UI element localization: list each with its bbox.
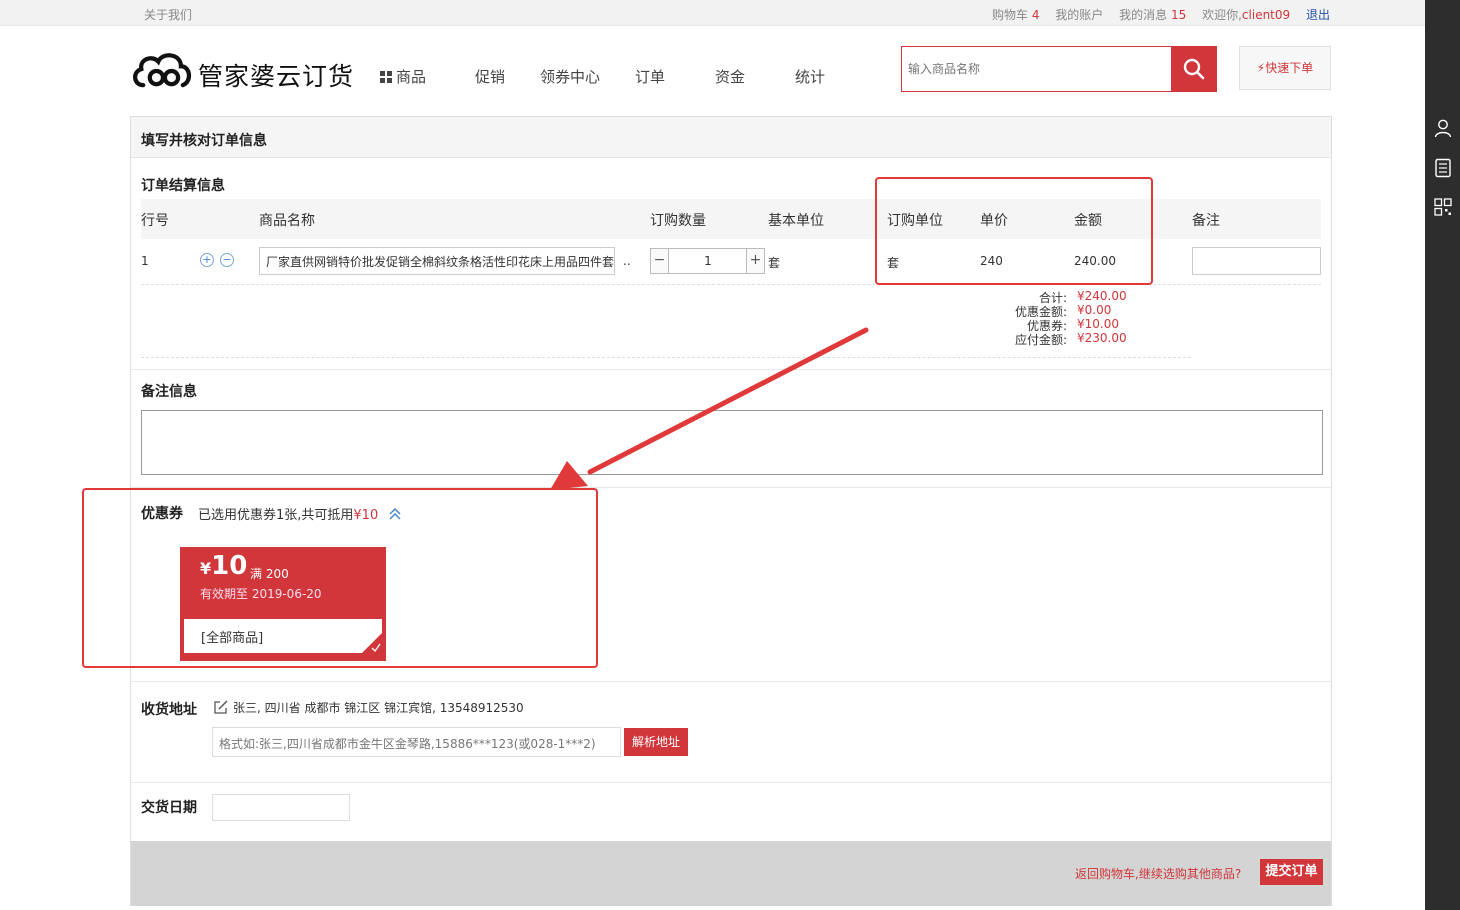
panel-header: 填写并核对订单信息 [131,117,1331,158]
payable-label: 应付金额: [1014,333,1067,347]
cart-count: 4 [1031,8,1040,22]
quick-order-label: 快速下单 [1265,61,1314,75]
quantity-stepper: − 1 + [650,248,765,274]
base-unit-value: 套 [768,256,781,270]
address-parse-input[interactable]: 格式如:张三,四川省成都市金牛区金琴路,15886***123(或028-1**… [212,727,621,757]
remark-title: 备注信息 [141,384,197,400]
payable-value: ¥230.00 [1077,331,1127,345]
order-footer: 返回购物车,继续选购其他商品? 提交订单 [131,841,1331,906]
order-totals: 合计: ¥240.00 优惠金额: ¥0.00 优惠券: ¥10.00 应付金额… [1001,289,1127,347]
username[interactable]: client09 [1242,8,1290,22]
discount-value: ¥0.00 [1077,303,1112,317]
address-title: 收货地址 [141,702,197,718]
welcome-text: 欢迎你,client09 [1202,8,1290,22]
col-base-unit: 基本单位 [768,213,824,229]
search-icon [1183,58,1205,80]
right-toolbar [1425,0,1460,910]
qty-input[interactable]: 1 [669,254,747,268]
address-display: 张三, 四川省 成都市 锦江区 锦江宾馆, 13548912530 [213,699,524,718]
payable-row: 应付金额: ¥230.00 [1001,331,1127,347]
section-divider [131,782,1331,783]
product-search [901,46,1217,92]
page-title: 填写并核对订单信息 [141,133,267,149]
col-line-no: 行号 [141,213,169,229]
logout-link[interactable]: 退出 [1306,8,1330,22]
total-row: 合计: ¥240.00 [1001,289,1127,305]
submit-order-button[interactable]: 提交订单 [1260,859,1323,885]
messages-count: 15 [1170,8,1187,22]
delivery-date-input[interactable] [212,794,350,821]
lightning-icon: ⚡ [1256,61,1266,75]
welcome-label: 欢迎你, [1202,8,1242,22]
col-order-qty: 订购数量 [650,213,706,229]
top-bar: 关于我们 购物车 4 我的账户 我的消息 15 欢迎你,client09 退出 [0,0,1425,26]
grid-icon [380,71,392,83]
add-row-icon[interactable]: + [200,253,214,267]
nav-funds[interactable]: 资金 [715,66,745,87]
logo-text[interactable]: 管家婆云订货 [198,57,354,93]
top-bar-right: 购物车 4 我的账户 我的消息 15 欢迎你,client09 退出 [980,6,1330,23]
nav-coupon-center[interactable]: 领券中心 [540,66,600,87]
back-to-cart-link[interactable]: 返回购物车,继续选购其他商品? [1075,865,1241,882]
account-link[interactable]: 我的账户 [1055,8,1103,22]
remark-input[interactable] [1192,247,1321,275]
remove-row-icon[interactable]: − [220,253,234,267]
user-icon[interactable] [1433,118,1453,138]
coupon-highlight-box [82,488,598,668]
section-divider [131,369,1331,370]
nav-statistics[interactable]: 统计 [795,66,825,87]
product-name-field[interactable]: 厂家直供网销特价批发促销全棉斜纹条格活性印花床上用品四件套 [259,247,615,275]
coupon-total-value: ¥10.00 [1077,317,1119,331]
nav-promotions[interactable]: 促销 [475,66,505,87]
qrcode-icon[interactable] [1433,197,1453,217]
cloud-logo-icon[interactable] [130,46,196,96]
parse-address-button[interactable]: 解析地址 [624,728,688,756]
about-link[interactable]: 关于我们 [144,6,192,23]
section-divider [131,681,1331,682]
search-button[interactable] [1171,47,1216,91]
settlement-title: 订单结算信息 [141,178,225,194]
edit-icon[interactable] [213,699,229,718]
messages-link[interactable]: 我的消息 15 [1119,8,1186,22]
address-value: 张三, 四川省 成都市 锦江区 锦江宾馆, 13548912530 [233,701,524,715]
total-value: ¥240.00 [1077,289,1127,303]
row-number: 1 [141,254,149,268]
cart-link[interactable]: 购物车 4 [992,8,1039,22]
messages-label: 我的消息 [1119,8,1168,22]
qty-increase-button[interactable]: + [746,249,764,273]
site-header: 管家婆云订货 商品 促销 领券中心 订单 资金 统计 ⚡快速下单 [0,26,1425,116]
search-input[interactable] [902,47,1172,91]
qty-decrease-button[interactable]: − [651,249,669,273]
nav-products[interactable]: 商品 [380,66,426,87]
quick-order-button[interactable]: ⚡快速下单 [1239,46,1331,90]
nav-products-label: 商品 [396,68,427,86]
product-more[interactable]: .. [623,254,631,268]
col-product-name: 商品名称 [259,213,315,229]
delivery-date-title: 交货日期 [141,800,197,816]
totals-divider [141,357,1191,358]
remark-textarea[interactable] [141,410,1323,475]
order-list-icon[interactable] [1433,158,1453,178]
cart-label: 购物车 [991,8,1028,22]
coupon-row: 优惠券: ¥10.00 [1001,317,1127,333]
price-highlight-box [875,177,1153,285]
nav-orders[interactable]: 订单 [635,66,665,87]
col-remark: 备注 [1192,213,1220,229]
discount-row: 优惠金额: ¥0.00 [1001,303,1127,319]
